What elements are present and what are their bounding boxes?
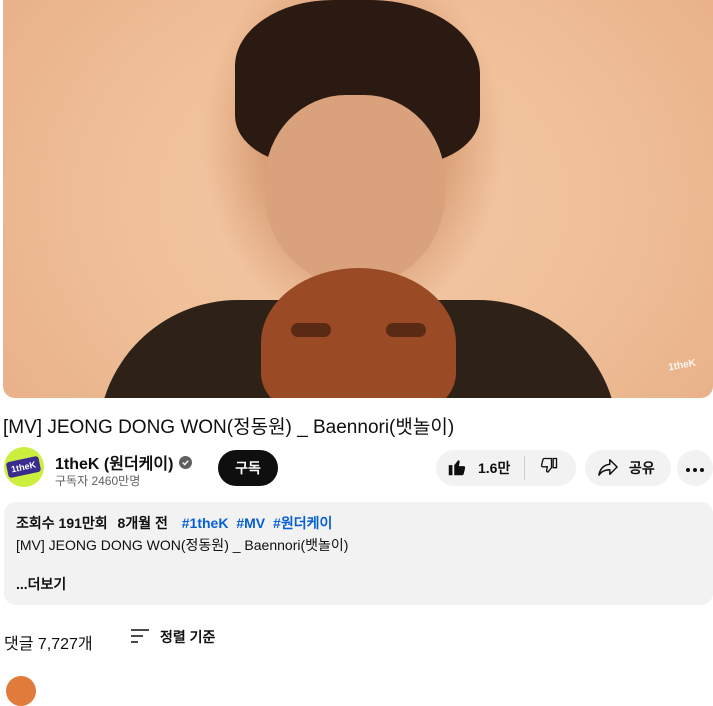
show-more-link[interactable]: ...더보기: [16, 574, 66, 594]
view-count: 조회수 191만회: [16, 515, 108, 531]
video-player[interactable]: 1theK: [3, 0, 713, 398]
hashtag[interactable]: #MV: [236, 515, 265, 531]
like-count: 1.6만: [478, 460, 511, 476]
dislike-button[interactable]: [525, 450, 573, 486]
thumbs-up-icon: [446, 456, 468, 481]
subscribe-button[interactable]: 구독: [218, 450, 278, 486]
verified-check-icon: [179, 455, 193, 469]
more-actions-button[interactable]: [677, 450, 713, 486]
more-horizontal-icon: [686, 459, 704, 477]
hashtag[interactable]: #원더케이: [273, 515, 332, 531]
channel-name[interactable]: 1theK (원더케이): [55, 450, 173, 474]
like-button[interactable]: 1.6만: [436, 450, 524, 486]
channel-watermark: 1theK: [667, 357, 697, 374]
share-button[interactable]: 공유: [585, 450, 671, 486]
mask-eye-right: [386, 323, 426, 337]
description-box[interactable]: 조회수 191만회 8개월 전 #1theK #MV #원더케이 [MV] JE…: [4, 502, 713, 605]
sort-label: 정렬 기준: [160, 629, 216, 645]
description-text: [MV] JEONG DONG WON(정동원) _ Baennori(뱃놀이): [16, 537, 349, 553]
mask-eye-left: [291, 323, 331, 337]
share-arrow-icon: [597, 457, 619, 480]
upload-age: 8개월 전: [117, 515, 168, 531]
channel-name-row[interactable]: 1theK (원더케이): [55, 450, 193, 474]
channel-avatar-logo: 1theK: [6, 455, 42, 479]
video-frame-face: [265, 95, 445, 285]
video-frame-mask: [261, 268, 456, 398]
subscriber-count: 구독자 2460만명: [55, 474, 141, 488]
comment-count: 댓글 7,727개: [4, 636, 93, 653]
video-title: [MV] JEONG DONG WON(정동원) _ Baennori(뱃놀이): [3, 417, 455, 438]
sort-icon: [130, 628, 150, 647]
description-meta: 조회수 191만회 8개월 전 #1theK #MV #원더케이: [16, 513, 338, 533]
thumbs-down-icon: [539, 456, 559, 481]
hashtag[interactable]: #1theK: [182, 515, 229, 531]
like-dislike-group: 1.6만: [436, 450, 576, 486]
share-label: 공유: [629, 460, 655, 476]
channel-avatar[interactable]: 1theK: [4, 447, 44, 487]
sort-comments-button[interactable]: 정렬 기준: [130, 627, 215, 647]
